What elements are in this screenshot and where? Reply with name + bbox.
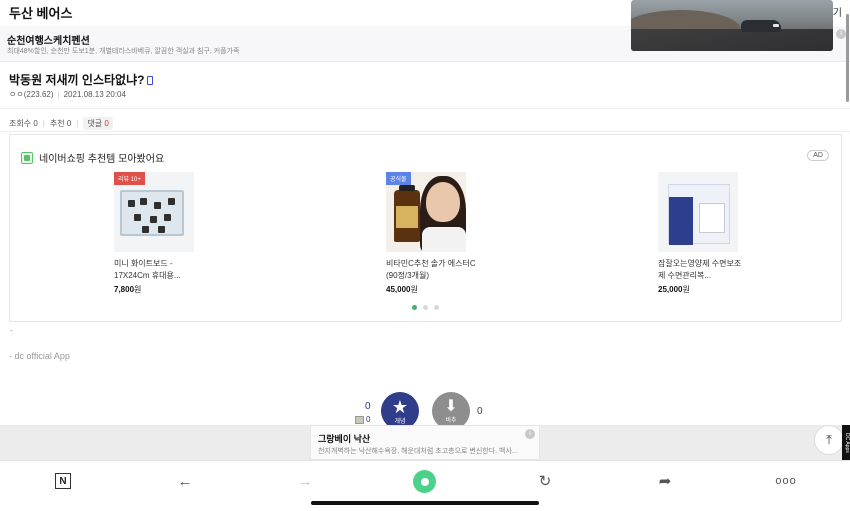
gallery-user-icon: [355, 415, 364, 424]
share-icon[interactable]: ➦: [655, 471, 675, 491]
carousel-dot[interactable]: [423, 305, 428, 310]
page: 두산 베어스 기 순천여행스케치펜션 최대48%할인, 순천만 도보1분, 개별…: [0, 0, 850, 511]
product-price-unit: 원: [682, 285, 690, 294]
product-name[interactable]: 비타민C추천 솔가 에스터C (90정/3개월): [386, 258, 476, 282]
ad-badge[interactable]: AD: [807, 150, 829, 161]
info-icon[interactable]: i: [525, 429, 535, 439]
arrow-down-icon: ⬇: [444, 397, 458, 415]
top-ad-name: 순천여행스케치펜션: [7, 36, 90, 47]
bottom-ad-banner[interactable]: 그랑베이 낙산 천지개벽하는 낙산해수욕장, 해운대처럼 초고층으로 변신한다.…: [310, 425, 540, 460]
post-body-dash: -: [10, 326, 13, 335]
video-car: [741, 20, 781, 32]
whiteboard-image: [120, 190, 184, 236]
carousel-dot-active[interactable]: [412, 305, 417, 310]
sleep-supplement-box: [668, 184, 730, 245]
star-icon: ★: [391, 396, 409, 417]
comments-label: 댓글: [87, 119, 103, 128]
recommend-button-label: 개념: [394, 418, 406, 425]
carousel-dot[interactable]: [434, 305, 439, 310]
gallery-title[interactable]: 두산 베어스: [9, 3, 72, 22]
divider: [0, 131, 850, 132]
post-meta: ㅇㅇ(223.62) | 2021.08.13 20:04: [9, 90, 126, 99]
product-price-value: 45,000: [386, 285, 411, 294]
product-card[interactable]: 공식몰 비타민C추천 솔가 에스터C (90정/3개월) 45,000원: [386, 172, 476, 295]
product-card[interactable]: 잠잘오는영양제 수면보조제 수면관리복... 25,000원: [658, 172, 741, 295]
side-app-tab[interactable]: DC Apps: [842, 425, 850, 460]
product-image[interactable]: [658, 172, 738, 252]
post-title-text: 박동원 저새끼 인스타없냐?: [9, 73, 145, 87]
views-count: 0: [33, 119, 38, 128]
naver-n-icon[interactable]: N: [55, 473, 71, 489]
post-author[interactable]: ㅇㅇ(223.62): [9, 90, 54, 99]
views-label: 조회수: [9, 119, 32, 128]
recommend-label: 추천: [49, 119, 65, 128]
not-recommend-count: 0: [477, 406, 483, 417]
review-badge: 리뷰 10+: [114, 172, 145, 185]
bottom-ad-name: 그랑베이 낙산: [318, 434, 371, 444]
floating-video-player[interactable]: [631, 0, 833, 51]
carousel-dots: [412, 305, 439, 310]
info-icon[interactable]: i: [836, 29, 846, 39]
model-face: [426, 182, 460, 222]
comments-chip[interactable]: 댓글 0: [83, 117, 113, 130]
post-date: 2021.08.13 20:04: [63, 90, 126, 99]
product-name[interactable]: 미니 화이트보드 - 17X24Cm 휴대용...: [114, 258, 204, 282]
product-price-unit: 원: [134, 285, 142, 294]
product-price: 7,800원: [114, 284, 194, 295]
scrollbar[interactable]: [846, 14, 849, 102]
product-name[interactable]: 잠잘오는영양제 수면보조제 수면관리복...: [658, 258, 748, 282]
not-recommend-button-label: 비추: [445, 417, 457, 424]
fixed-recommend: 0: [355, 415, 370, 424]
scroll-to-top-button[interactable]: ⤒: [814, 425, 844, 455]
more-icon[interactable]: ooo: [775, 471, 796, 491]
product-card[interactable]: 리뷰 10+ 미니 화이트보드 - 17X24Cm 휴대용... 7,800원: [114, 172, 194, 295]
shopping-title: 네이버쇼핑 추천템 모아봤어요: [39, 154, 165, 165]
mobile-phone-icon: [147, 76, 154, 85]
product-price: 45,000원: [386, 284, 466, 295]
recommend-total: 0: [365, 401, 371, 412]
home-icon[interactable]: [413, 470, 436, 493]
product-price-value: 7,800: [114, 285, 135, 294]
product-price: 25,000원: [658, 284, 738, 295]
forward-arrow-icon[interactable]: →: [295, 471, 315, 491]
comments-count: 0: [104, 119, 109, 128]
fixed-recommend-count: 0: [366, 415, 371, 424]
shopping-ad-card: 네이버쇼핑 추천템 모아봤어요 AD 리뷰 10+ 미니 화이트보드 - 17X…: [9, 134, 842, 322]
post-title: 박동원 저새끼 인스타없냐?: [9, 71, 154, 88]
post-signature: - dc official App: [9, 351, 70, 361]
video-road: [631, 29, 833, 51]
back-arrow-icon[interactable]: ←: [175, 471, 195, 491]
car-headlight: [773, 24, 779, 27]
divider: [0, 108, 850, 109]
refresh-icon[interactable]: ↻: [535, 471, 555, 491]
product-price-value: 25,000: [658, 285, 683, 294]
product-image[interactable]: 리뷰 10+: [114, 172, 194, 252]
model-shirt: [422, 227, 466, 252]
post-stats: 조회수 0 | 추천 0 | 댓글 0: [9, 117, 113, 130]
product-image[interactable]: 공식몰: [386, 172, 466, 252]
naver-shopping-icon: [21, 151, 33, 164]
supplement-bottle: [394, 185, 420, 242]
header-right-text: 기: [832, 8, 842, 19]
bottom-ad-desc: 천지개벽하는 낙산해수욕장, 해운대처럼 초고층으로 변신한다. 백사...: [318, 448, 518, 455]
official-badge: 공식몰: [386, 172, 411, 185]
product-price-unit: 원: [410, 285, 418, 294]
home-indicator[interactable]: [311, 501, 539, 505]
recommend-count: 0: [66, 119, 72, 128]
arrow-up-icon: ⤒: [826, 432, 832, 447]
top-ad-desc: 최대48%할인, 순천만 도보1분, 개별테라스바베큐, 깔끔한 객실과 침구,…: [7, 48, 240, 55]
shopping-header: 네이버쇼핑 추천템 모아봤어요: [21, 150, 164, 165]
